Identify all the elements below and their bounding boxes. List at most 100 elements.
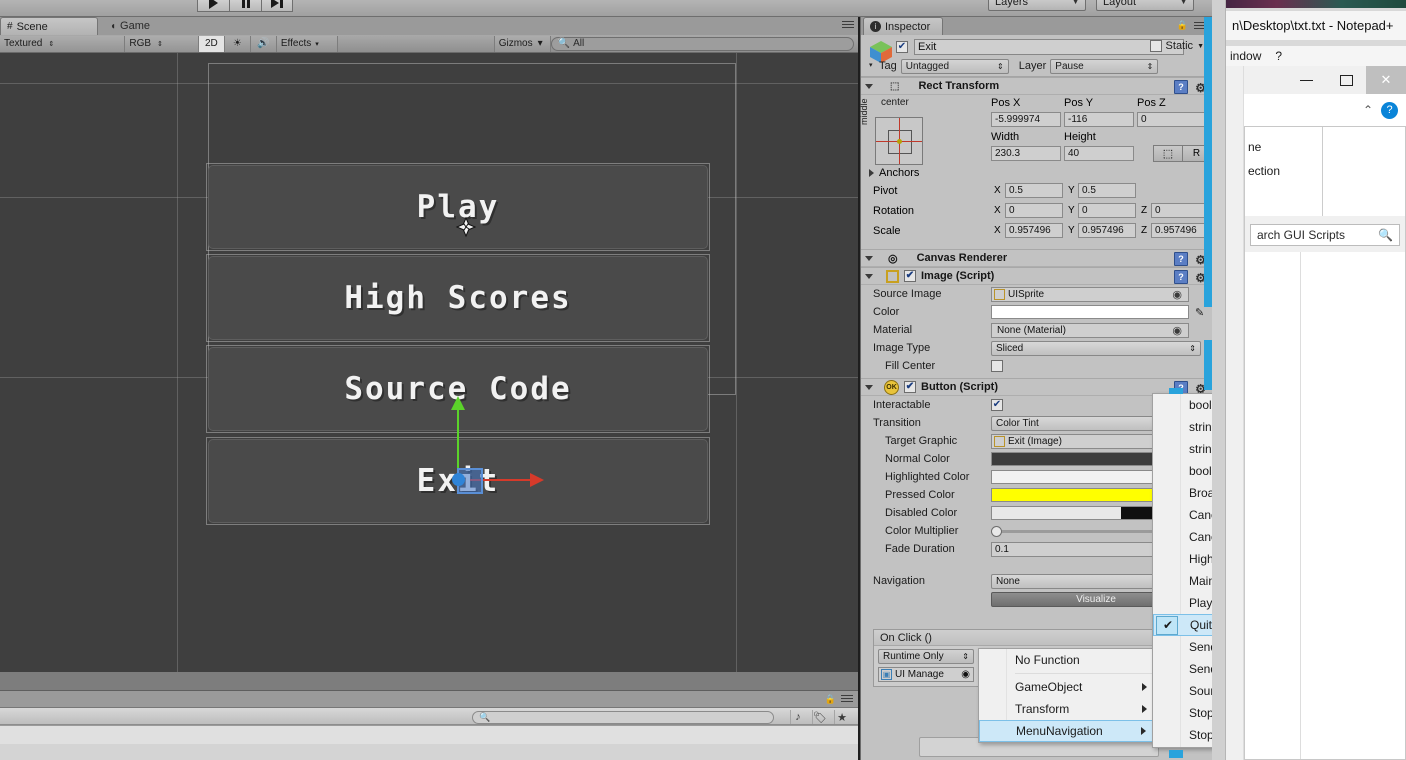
fill-center-checkbox[interactable] [991,360,1003,372]
effects-dropdown[interactable]: Effects ▾ [276,35,338,52]
help-icon[interactable]: ? [1174,80,1188,94]
image-enabled-checkbox[interactable]: ✔ [904,270,916,282]
eyedropper-icon[interactable]: ✎ [1195,306,1204,319]
pos-z-input[interactable]: 0 [1137,112,1207,127]
layers-dropdown[interactable]: Layers ▼ [988,0,1086,11]
gui-scripts-search-input[interactable]: arch GUI Scripts 🔍 [1250,224,1400,246]
scene-button-high-scores[interactable]: High Scores [208,256,708,340]
component-header-canvas-renderer[interactable]: ◎ Canvas Renderer ? ⚙ [861,249,1212,267]
menu-window[interactable]: indow [1230,49,1261,63]
close-button[interactable]: ✕ [1366,66,1406,94]
image-type-dropdown[interactable]: Sliced ⇕ [991,340,1201,356]
gizmo-y-arrow[interactable] [451,396,465,410]
blueprint-icon[interactable]: ⬚ [1153,145,1183,162]
menu-help[interactable]: ? [1275,49,1282,63]
event-mode-dropdown[interactable]: Runtime Only ⇕ [878,649,974,664]
toggle-2d[interactable]: 2D [198,35,225,52]
play-button[interactable] [197,0,229,12]
project-search-input[interactable]: 🔍 [472,711,774,724]
static-checkbox[interactable] [1149,40,1162,52]
tag-dropdown[interactable]: Untagged ⇕ [900,58,1009,74]
tree-item-1[interactable]: ection [1248,164,1322,188]
component-header-image-script[interactable]: ✔ Image (Script) ? ⚙ [861,267,1212,285]
gizmos-dropdown[interactable]: Gizmos ▾ [493,35,551,52]
scene-view[interactable]: Play High Scores Source Code Exit [0,53,858,690]
menu-item-no-function[interactable]: No Function [979,649,1157,671]
rotation-z-input[interactable]: 0 [1151,203,1209,218]
filter-type-icon[interactable]: ♪ [790,710,805,724]
scale-x-input[interactable]: 0.957496 [1005,223,1063,238]
anchors-foldout[interactable]: Anchors [869,167,919,179]
horizontal-scrollbar-top[interactable] [1169,388,1183,394]
tab-inspector[interactable]: i Inspector [863,17,944,35]
rotation-y-input[interactable]: 0 [1078,203,1136,218]
help-circle-icon[interactable]: ? [1381,101,1398,119]
gameobject-name-input[interactable]: Exit [914,39,1184,55]
tab-game[interactable]: ◖ Game [104,17,174,35]
material-object-field[interactable]: None (Material) ◉ [991,322,1189,338]
event-object-field[interactable]: ▣ UI Manage ◉ [878,667,974,682]
menu-item-menunavigation[interactable]: MenuNavigation [979,720,1157,742]
menu-item-gameobject[interactable]: GameObject [979,676,1157,698]
help-icon[interactable]: ? [1174,270,1188,284]
gizmo-center-handle[interactable] [452,473,465,486]
notepad-titlebar[interactable]: n\Desktop\txt.txt - Notepad+ [1226,10,1406,40]
minimize-button[interactable] [1286,66,1326,94]
menu-item-transform[interactable]: Transform [979,698,1157,720]
hamburger-icon[interactable] [842,21,854,31]
render-mode-dropdown[interactable]: RGB ⇕ [125,35,199,52]
pos-y-input[interactable]: -116 [1064,112,1134,127]
chevron-down-icon[interactable]: ▼ [1197,43,1204,50]
search-icon[interactable]: 🔍 [1378,228,1393,242]
button-enabled-checkbox[interactable]: ✔ [904,381,916,393]
foldout-icon[interactable] [869,169,874,177]
gameobject-enabled-checkbox[interactable]: ✔ [896,41,908,53]
hamburger-icon[interactable] [841,695,853,704]
source-image-object-field[interactable]: UISprite ◉ [991,286,1189,302]
layout-dropdown[interactable]: Layout ▼ [1096,0,1194,11]
interactable-checkbox[interactable]: ✔ [991,399,1003,411]
pos-x-input[interactable]: -5.999974 [991,112,1061,127]
component-header-rect-transform[interactable]: ⬚ Rect Transform ? ⚙ [861,77,1212,95]
foldout-icon[interactable] [865,384,873,390]
filter-label-icon[interactable]: 🏷 [812,710,827,724]
notepad-content-area[interactable] [1244,252,1406,760]
object-picker-icon[interactable]: ◉ [1172,324,1182,337]
foldout-icon[interactable] [865,255,873,261]
object-picker-icon[interactable]: ◉ [961,669,970,680]
anchor-preset-widget[interactable] [875,117,923,165]
width-input[interactable]: 230.3 [991,146,1061,161]
toggle-audio[interactable]: 🔊 [250,35,277,52]
object-picker-icon[interactable]: ◉ [1172,288,1182,301]
pivot-y-input[interactable]: 0.5 [1078,183,1136,198]
scale-y-input[interactable]: 0.957496 [1078,223,1136,238]
tab-scene[interactable]: # Scene [0,17,98,35]
pivot-x-input[interactable]: 0.5 [1005,183,1063,198]
horizontal-scrollbar-bottom[interactable] [1169,750,1183,758]
layer-dropdown[interactable]: Pause ⇕ [1050,58,1159,74]
foldout-icon[interactable] [865,273,873,279]
foldout-icon[interactable] [865,83,873,89]
submenu-arrow-icon [1141,727,1146,735]
favorite-star-icon[interactable]: ★ [834,710,849,724]
toggle-lighting[interactable]: ☀ [224,35,251,52]
scene-search-input[interactable]: 🔍 All [550,36,854,51]
lock-icon[interactable]: 🔒 [825,694,836,705]
draw-mode-dropdown[interactable]: Textured ⇕ [0,35,126,52]
static-toggle[interactable]: Static ▼ [1149,40,1204,52]
height-input[interactable]: 40 [1064,146,1134,161]
chevron-up-icon[interactable]: ⌃ [1363,103,1373,117]
pause-button[interactable] [229,0,261,12]
help-icon[interactable]: ? [1174,252,1188,266]
maximize-button[interactable] [1326,66,1366,94]
slider-knob[interactable] [991,525,1002,537]
scale-z-input[interactable]: 0.957496 [1151,223,1209,238]
tree-item-0[interactable]: ne [1248,140,1322,164]
step-button[interactable] [261,0,293,12]
vertical-scrollbar[interactable] [1204,17,1212,307]
vertical-scrollbar-2[interactable] [1204,340,1212,390]
rotation-x-input[interactable]: 0 [1005,203,1063,218]
gizmo-x-arrow[interactable] [530,473,544,487]
color-swatch[interactable] [991,305,1189,319]
lock-icon[interactable]: 🔒 [1177,20,1188,31]
